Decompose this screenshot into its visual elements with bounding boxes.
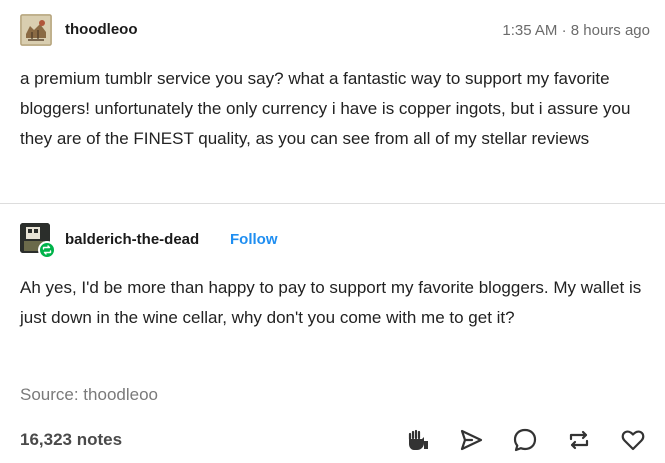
post-time: 1:35 AM: [502, 22, 558, 39]
reply-body: Ah yes, I'd be more than happy to pay to…: [20, 278, 642, 327]
avatar[interactable]: [20, 14, 52, 46]
reply-header: balderich-the-dead Follow: [20, 223, 650, 259]
avatar-image: [20, 14, 52, 46]
follow-button[interactable]: Follow: [230, 231, 278, 248]
post-body: a premium tumblr service you say? what a…: [20, 69, 631, 148]
reply-icon[interactable]: [511, 426, 539, 454]
like-icon[interactable]: [619, 426, 647, 454]
post-card: thoodleoo 1:35 AM · 8 hours ago a premiu…: [0, 0, 665, 463]
reply-author[interactable]: balderich-the-dead: [65, 231, 199, 248]
timestamp-separator: ·: [561, 22, 567, 39]
post-author[interactable]: thoodleoo: [65, 21, 137, 38]
reblog-icon[interactable]: [565, 426, 593, 454]
tip-hand-icon[interactable]: [403, 426, 431, 454]
post-timestamp: 1:35 AM · 8 hours ago: [502, 22, 650, 39]
divider: [0, 203, 665, 204]
post-header: thoodleoo 1:35 AM · 8 hours ago: [20, 14, 650, 46]
notes-count[interactable]: 16,323 notes: [20, 430, 122, 450]
share-icon[interactable]: [457, 426, 485, 454]
post-actions: [377, 422, 647, 458]
source-link[interactable]: Source: thoodleoo: [20, 385, 158, 405]
reblog-badge-icon: [38, 241, 56, 259]
post-relative-time: 8 hours ago: [570, 22, 650, 39]
